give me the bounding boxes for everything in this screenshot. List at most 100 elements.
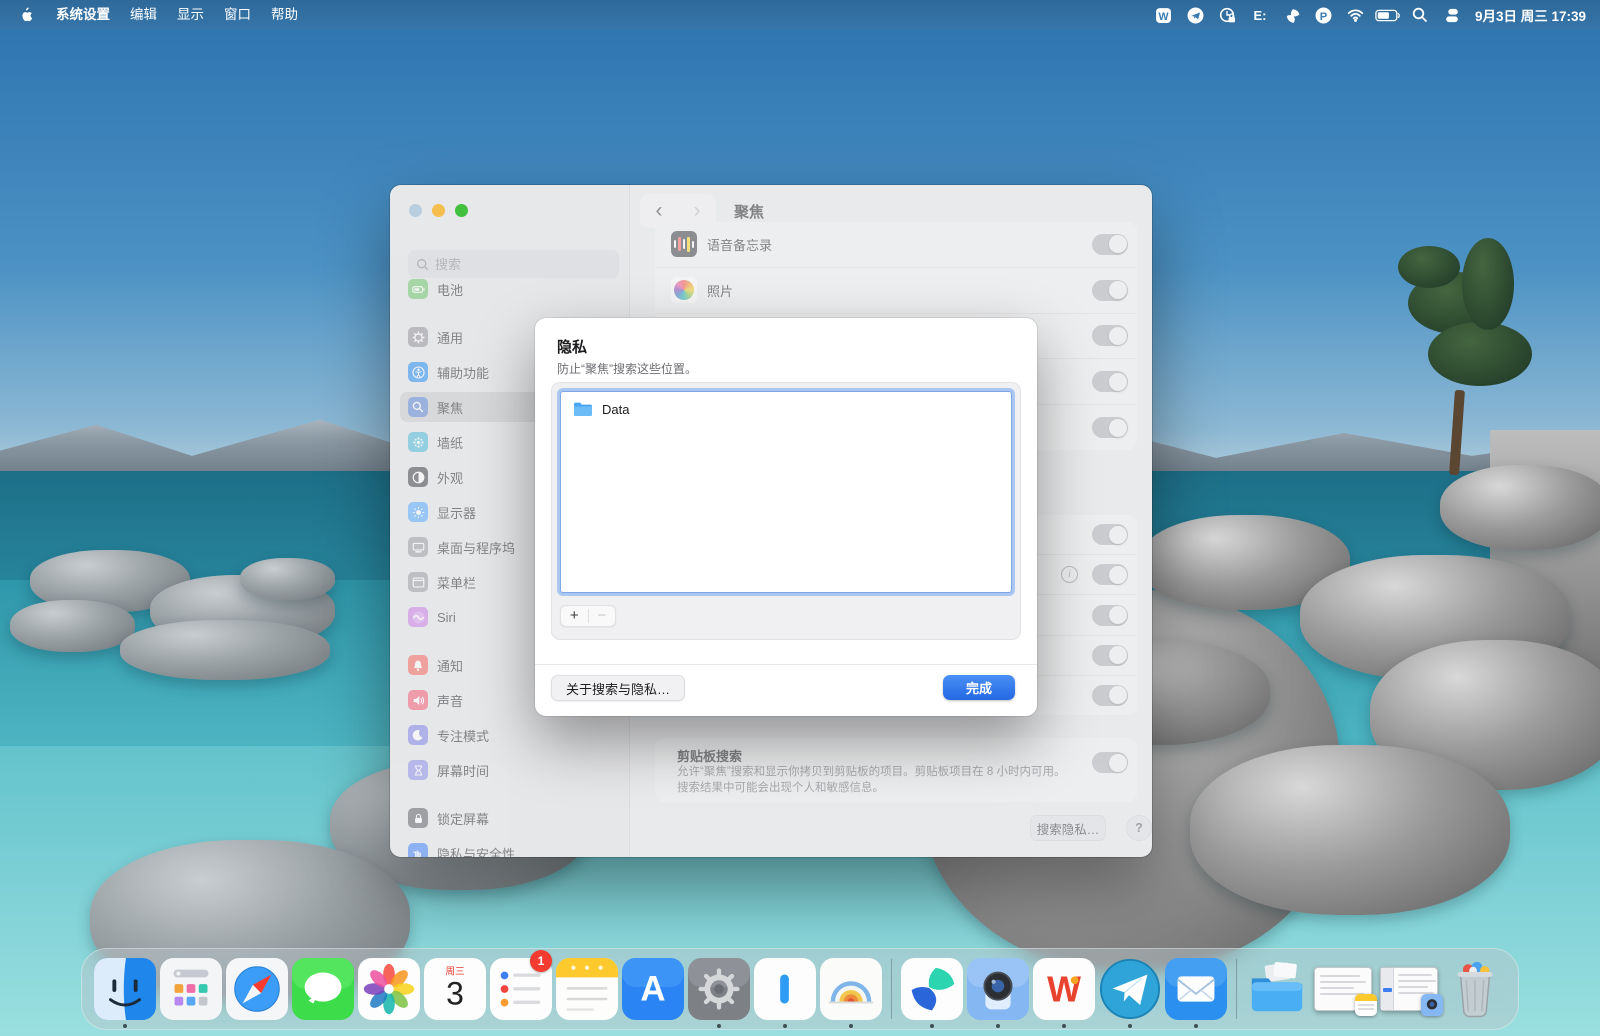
result-toggle[interactable]	[1092, 371, 1128, 392]
sidebar-item-focus[interactable]: 专注模式	[400, 720, 620, 750]
dock-telegram[interactable]	[1097, 948, 1163, 1030]
dock-lens-app[interactable]	[965, 948, 1031, 1030]
apple-menu[interactable]	[12, 6, 42, 24]
result-toggle[interactable]	[1092, 234, 1128, 255]
result-toggle[interactable]	[1092, 605, 1128, 626]
dock-minimized-window-2[interactable]	[1376, 948, 1442, 1030]
sound-icon	[408, 690, 428, 710]
status-area: W E: P 9月3日 周三 17:39	[1151, 4, 1600, 26]
screen-time-lock-icon[interactable]	[1215, 4, 1241, 26]
minimize-button[interactable]	[432, 204, 445, 217]
privacy-sheet: 隐私 防止“聚焦”搜索这些位置。 Data + − 关于搜索与隐私… 完成	[535, 318, 1037, 716]
lock-screen-icon	[408, 808, 428, 828]
sidebar-item-battery[interactable]: 电池	[400, 274, 620, 304]
svg-text:W: W	[1159, 10, 1169, 22]
result-toggle[interactable]	[1092, 280, 1128, 301]
done-button[interactable]: 完成	[943, 675, 1015, 700]
dictionary-icon[interactable]: E:	[1247, 4, 1273, 26]
dock-reminders[interactable]: 1	[488, 948, 554, 1030]
menubar-icon	[408, 572, 428, 592]
telegram-icon[interactable]	[1183, 4, 1209, 26]
pin-icon[interactable]: P	[1311, 4, 1337, 26]
wps-icon[interactable]: W	[1151, 4, 1177, 26]
menu-2[interactable]: 显示	[167, 0, 214, 30]
wifi-icon[interactable]	[1343, 4, 1369, 26]
menu-4[interactable]: 帮助	[261, 0, 308, 30]
traffic-lights	[409, 204, 468, 217]
result-toggle[interactable]	[1092, 645, 1128, 666]
remove-location-button[interactable]: −	[589, 606, 616, 626]
clipboard-search-title: 剪贴板搜索	[677, 746, 742, 765]
dock-wps[interactable]: W	[1031, 948, 1097, 1030]
menu-1[interactable]: 编辑	[120, 0, 167, 30]
sidebar-item-privacy[interactable]: 隐私与安全性	[400, 838, 620, 857]
dock-app-store[interactable]: A	[620, 948, 686, 1030]
add-remove-controls: + −	[560, 605, 616, 627]
dock-messages[interactable]	[290, 948, 356, 1030]
help-button[interactable]: ?	[1126, 815, 1152, 841]
running-indicator	[123, 1024, 127, 1028]
result-toggle[interactable]	[1092, 524, 1128, 545]
result-row-label: 语音备忘录	[707, 235, 772, 254]
dock-notes[interactable]	[554, 948, 620, 1030]
sidebar-item-label: 墙纸	[437, 433, 463, 452]
sidebar-item-label: 专注模式	[437, 726, 489, 745]
dock-safari[interactable]	[224, 948, 290, 1030]
menu-bar-clock[interactable]: 9月3日 周三 17:39	[1475, 5, 1586, 25]
excluded-location-row[interactable]: Data	[561, 392, 1011, 417]
sidebar-item-screen-time[interactable]: 屏幕时间	[400, 755, 620, 785]
privacy-icon	[408, 843, 428, 857]
running-indicator	[849, 1024, 853, 1028]
sidebar-item-label: 锁定屏幕	[437, 809, 489, 828]
about-search-privacy-button[interactable]: 关于搜索与隐私…	[551, 675, 685, 701]
result-toggle[interactable]	[1092, 685, 1128, 706]
result-toggle[interactable]	[1092, 564, 1128, 585]
screen-time-icon	[408, 760, 428, 780]
sidebar-item-lock-screen[interactable]: 锁定屏幕	[400, 803, 620, 833]
minimized-window-thumbnail	[1314, 967, 1372, 1011]
info-icon[interactable]: i	[1061, 566, 1078, 583]
folder-icon	[573, 401, 593, 417]
dock-sunrise-app[interactable]	[818, 948, 884, 1030]
svg-text:P: P	[1320, 10, 1328, 22]
app-menus: 系统设置编辑显示窗口帮助	[46, 0, 308, 30]
running-indicator	[717, 1024, 721, 1028]
search-input[interactable]	[435, 257, 595, 272]
dock-trash[interactable]	[1442, 948, 1508, 1030]
svg-text:3: 3	[446, 976, 464, 1012]
dock-finder[interactable]	[92, 948, 158, 1030]
netdisk-icon[interactable]	[1279, 4, 1305, 26]
excluded-locations-list[interactable]: Data	[560, 391, 1012, 593]
dock-textbar-app[interactable]	[752, 948, 818, 1030]
spotlight-icon	[408, 397, 428, 417]
dock-system-settings[interactable]	[686, 948, 752, 1030]
dock-calendar[interactable]: 周三3	[422, 948, 488, 1030]
dock: 周三31A W	[81, 948, 1519, 1030]
battery-icon[interactable]	[1375, 4, 1401, 26]
desktop: 系统设置编辑显示窗口帮助 WE:P 9月3日 周三 17:39 电池通用辅助功能…	[0, 0, 1600, 1036]
dock-launchpad[interactable]	[158, 948, 224, 1030]
menu-app-name[interactable]: 系统设置	[46, 0, 120, 30]
photos-icon	[671, 277, 697, 303]
notes-badge-icon	[1355, 994, 1377, 1016]
sidebar-item-label: 屏幕时间	[437, 761, 489, 780]
spotlight-icon[interactable]	[1407, 4, 1433, 26]
result-toggle[interactable]	[1092, 417, 1128, 438]
page-title: 聚焦	[734, 201, 764, 222]
clipboard-search-toggle[interactable]	[1092, 752, 1128, 773]
zoom-button[interactable]	[455, 204, 468, 217]
close-button[interactable]	[409, 204, 422, 217]
dock-minimized-window[interactable]	[1310, 948, 1376, 1030]
dock-mail[interactable]	[1163, 948, 1229, 1030]
result-toggle[interactable]	[1092, 325, 1128, 346]
dock-photos[interactable]	[356, 948, 422, 1030]
result-row-label: 照片	[707, 281, 733, 300]
search-privacy-button[interactable]: 搜索隐私…	[1030, 815, 1106, 841]
dock-netdisk[interactable]	[899, 948, 965, 1030]
sidebar-item-label: 通用	[437, 328, 463, 347]
sidebar-item-label: 菜单栏	[437, 573, 476, 592]
fast-user-switching-icon[interactable]	[1439, 4, 1465, 26]
menu-3[interactable]: 窗口	[214, 0, 261, 30]
dock-downloads-folder[interactable]	[1244, 948, 1310, 1030]
add-location-button[interactable]: +	[561, 606, 588, 626]
